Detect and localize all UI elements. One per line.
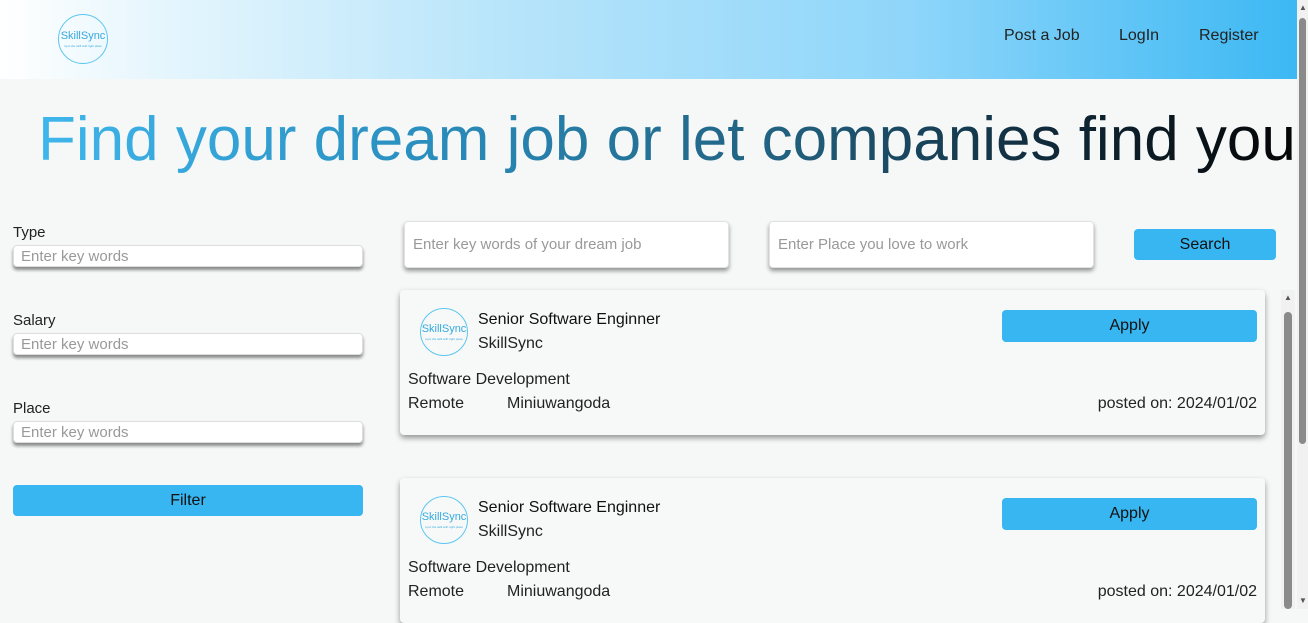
job-title: Senior Software Enginner [478, 499, 661, 516]
filter-button[interactable]: Filter [13, 485, 363, 516]
skillsync-logo[interactable]: SkillSync sync the skill with right plac… [58, 14, 108, 64]
nav-post-a-job-link[interactable]: Post a Job [1004, 27, 1080, 45]
job-card: SkillSync sync the skill with right plac… [400, 290, 1265, 435]
company-logo: SkillSync sync the skill with right plac… [420, 308, 468, 356]
type-filter-label: Type [13, 224, 46, 241]
hero-title: Find your dream job or let companies fin… [38, 105, 1296, 174]
job-location: Miniuwangoda [507, 395, 611, 412]
job-keywords-search-input[interactable] [404, 221, 729, 268]
company-logo-tagline: sync the skill with right place [425, 524, 463, 529]
company-name: SkillSync [478, 523, 543, 540]
job-title: Senior Software Enginner [478, 311, 661, 328]
posted-date: posted on: 2024/01/02 [1097, 395, 1257, 412]
company-name: SkillSync [478, 335, 543, 352]
scroll-up-arrow-icon[interactable]: ▲ [1284, 294, 1292, 302]
salary-filter-label: Salary [13, 312, 56, 329]
work-mode: Remote [408, 395, 465, 412]
company-logo-tagline: sync the skill with right place [425, 336, 463, 341]
page-scroll-down-arrow-icon[interactable]: ▼ [1299, 597, 1307, 605]
job-category: Software Development [408, 371, 570, 388]
apply-button[interactable]: Apply [1002, 498, 1257, 530]
posted-date: posted on: 2024/01/02 [1097, 583, 1257, 600]
page-scroll-up-arrow-icon[interactable]: ▲ [1299, 4, 1307, 12]
job-category: Software Development [408, 559, 570, 576]
logo-name: SkillSync [60, 29, 106, 42]
company-logo-name: SkillSync [421, 510, 467, 523]
page-scrollbar-thumb[interactable] [1299, 18, 1306, 444]
place-search-input[interactable] [769, 221, 1094, 268]
type-filter-input[interactable] [13, 245, 363, 267]
salary-filter-input[interactable] [13, 333, 363, 355]
nav-login-link[interactable]: LogIn [1119, 27, 1159, 45]
job-list-scrollbar-thumb[interactable] [1284, 312, 1292, 609]
logo-tagline: sync the skill with right place [64, 43, 102, 48]
nav-register-link[interactable]: Register [1199, 27, 1259, 45]
work-mode: Remote [408, 583, 465, 600]
place-filter-label: Place [13, 400, 51, 417]
company-logo-name: SkillSync [421, 322, 467, 335]
job-card: SkillSync sync the skill with right plac… [400, 478, 1265, 623]
search-button[interactable]: Search [1134, 229, 1276, 260]
job-location: Miniuwangoda [507, 583, 611, 600]
top-navbar: SkillSync sync the skill with right plac… [0, 0, 1297, 79]
apply-button[interactable]: Apply [1002, 310, 1257, 342]
company-logo: SkillSync sync the skill with right plac… [420, 496, 468, 544]
place-filter-input[interactable] [13, 421, 363, 443]
